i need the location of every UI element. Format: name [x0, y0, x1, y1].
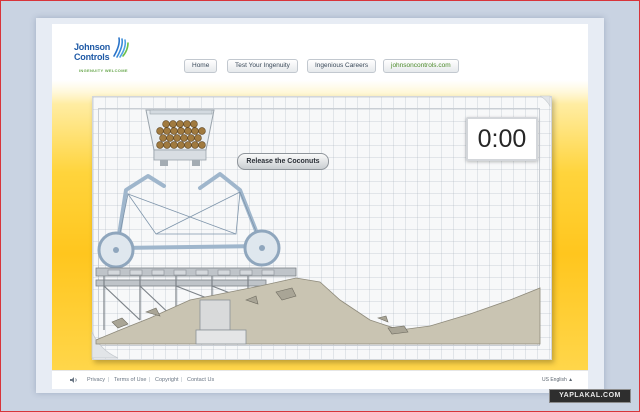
truck-wheel-right: [243, 229, 281, 267]
truck-wheel-left: [97, 231, 135, 269]
footer-separator: |: [108, 377, 110, 383]
footer-separator: |: [181, 377, 183, 383]
locale-label: US English: [542, 377, 567, 383]
footer-link-terms[interactable]: Terms of Use: [114, 376, 146, 384]
countdown-timer: 0:00: [466, 117, 538, 161]
locale-selector[interactable]: US English ▲: [542, 376, 573, 384]
footer-link-privacy[interactable]: Privacy: [87, 376, 105, 384]
bridge-pier: [199, 299, 231, 331]
watermark-badge: YAPLAKAL.COM: [549, 389, 631, 403]
truck-chassis: [115, 172, 264, 250]
footer-link-copyright[interactable]: Copyright: [155, 376, 179, 384]
truck-rigging: [116, 191, 263, 249]
footer-separator: |: [149, 377, 151, 383]
paper-curl-top-right: [539, 95, 551, 108]
footer-link-contact[interactable]: Contact Us: [187, 376, 214, 384]
speaker-icon[interactable]: [70, 376, 78, 384]
rocky-ground: [95, 277, 541, 345]
release-coconuts-button[interactable]: Release the Coconuts: [237, 153, 329, 170]
bridge-base: [195, 329, 247, 345]
game-scene: [91, 95, 551, 359]
caret-up-icon: ▲: [568, 377, 574, 383]
